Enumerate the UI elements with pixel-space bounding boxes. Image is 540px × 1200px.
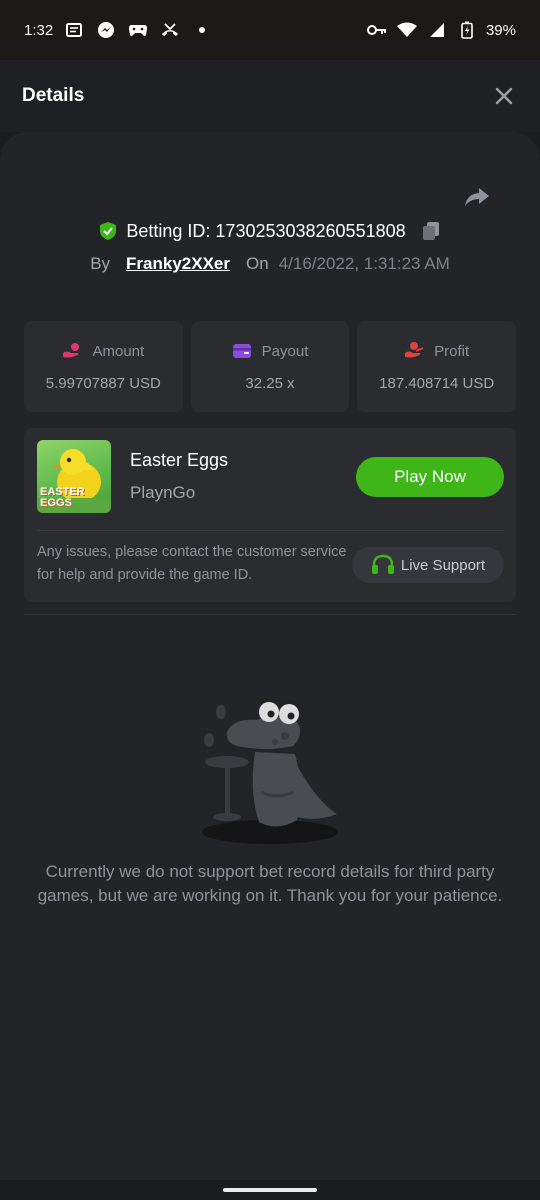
stat-amount: Amount 5.99707887 USD [24, 321, 183, 412]
close-button[interactable] [490, 82, 518, 110]
on-label: On [246, 254, 269, 273]
stat-profit: Profit 187.408714 USD [357, 321, 517, 412]
betting-id-row: Betting ID: 1730253038260551808 [0, 220, 540, 242]
issue-notice: Any issues, please contact the customer … [37, 544, 347, 583]
game-name: Easter Eggs [130, 450, 229, 470]
bet-meta-row: By Franky2XXer On 4/16/2022, 1:31:23 AM [0, 254, 540, 274]
live-support-label: Live Support [400, 556, 486, 574]
share-icon [465, 188, 489, 206]
gamepad-icon [127, 19, 149, 41]
home-gesture-handle[interactable] [223, 1188, 317, 1192]
dot-icon [191, 19, 213, 41]
status-left: 1:32 [24, 19, 213, 41]
close-icon [495, 87, 513, 105]
share-button[interactable] [464, 184, 490, 210]
page-title: Details [22, 85, 85, 106]
header: Details [0, 60, 540, 132]
bet-date: 4/16/2022, 1:31:23 AM [278, 254, 450, 273]
section-divider [24, 614, 516, 615]
details-panel: Betting ID: 1730253038260551808 By Frank… [0, 132, 540, 1180]
empty-state-message: Currently we do not support bet record d… [37, 862, 503, 905]
battery-icon [456, 19, 478, 41]
game-thumbnail[interactable]: EASTER EGGS [37, 440, 111, 513]
game-thumb-text: EASTER EGGS [40, 486, 85, 509]
stat-payout-label: Payout [261, 342, 309, 360]
game-provider: PlaynGo [130, 483, 196, 502]
wallet-icon [232, 344, 251, 358]
battery-percent: 39% [485, 21, 516, 39]
coins-hand-icon [63, 343, 80, 358]
stats-row: Amount 5.99707887 USD Payout 32.25 x Pro… [24, 321, 517, 412]
copy-button[interactable] [420, 220, 442, 242]
verified-shield-icon [100, 222, 117, 240]
copy-icon [422, 222, 439, 240]
status-time: 1:32 [24, 21, 54, 39]
stat-amount-label: Amount [92, 342, 145, 360]
signal-icon [426, 19, 448, 41]
crocodile-mascot-icon [202, 697, 338, 844]
vpn-key-icon [366, 19, 388, 41]
notes-icon [63, 19, 85, 41]
stat-profit-label: Profit [434, 342, 470, 360]
live-support-button[interactable]: Live Support [352, 547, 504, 583]
messenger-icon [95, 19, 117, 41]
card-divider [37, 530, 504, 531]
play-now-button[interactable]: Play Now [356, 457, 504, 497]
missed-call-icon [159, 19, 181, 41]
betting-id: Betting ID: 1730253038260551808 [126, 220, 406, 241]
game-card: EASTER EGGS Easter Eggs PlaynGo Play Now… [24, 428, 516, 602]
stat-payout: Payout 32.25 x [190, 321, 350, 412]
profit-hand-icon [405, 342, 424, 358]
navigation-bar [0, 1180, 540, 1200]
stat-amount-value: 5.99707887 USD [45, 375, 161, 392]
status-right: 39% [366, 19, 516, 41]
headset-icon [371, 554, 394, 574]
by-label: By [90, 254, 111, 273]
stat-payout-value: 32.25 x [245, 375, 295, 392]
stat-profit-value: 187.408714 USD [379, 375, 495, 392]
wifi-icon [396, 19, 418, 41]
username-link[interactable]: Franky2XXer [126, 254, 230, 274]
status-bar: 1:32 39% [0, 0, 540, 60]
